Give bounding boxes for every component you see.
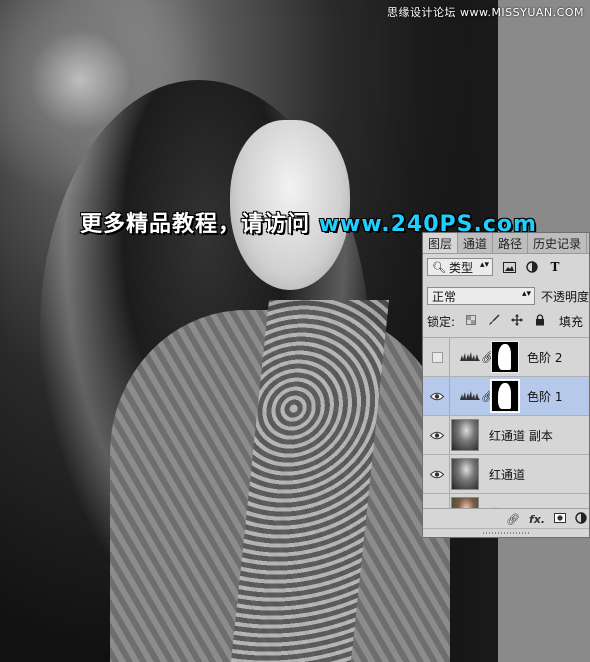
tab-channels[interactable]: 通道 (458, 233, 494, 253)
layer-mask-thumbnail[interactable] (490, 379, 520, 413)
levels-adjustment-icon (459, 351, 481, 364)
levels-adjustment-icon (459, 390, 481, 403)
lock-transparent-icon[interactable] (464, 314, 478, 328)
fx-button[interactable]: fx. (529, 513, 545, 526)
eye-icon[interactable] (429, 466, 445, 482)
layer-row[interactable]: 红通道 (423, 455, 589, 494)
layer-name[interactable]: 红通道 副本 (489, 427, 553, 444)
blend-mode-select[interactable]: 正常 ▴▾ (427, 287, 535, 305)
filter-kind-select[interactable]: 🔍︎ 类型 ▴▾ (427, 258, 493, 276)
layer-row-selected[interactable]: 🔗︎ 色阶 1 (423, 377, 589, 416)
tab-layers[interactable]: 图层 (423, 233, 459, 253)
layer-name[interactable]: 红通道 (489, 466, 525, 483)
lock-label: 锁定: (427, 314, 456, 329)
blend-row: 正常 ▴▾ 不透明度 (427, 285, 589, 307)
layer-row[interactable]: 红通道 副本 (423, 416, 589, 455)
divider (449, 338, 450, 376)
panel-tabs: 图层 通道 路径 历史记录 (423, 233, 589, 254)
eye-icon[interactable] (429, 388, 445, 404)
panel-resize-grip[interactable] (423, 528, 589, 537)
add-mask-icon[interactable] (554, 512, 566, 526)
visibility-toggle[interactable] (429, 349, 445, 365)
link-icon[interactable]: 🔗︎ (481, 351, 495, 364)
lock-move-icon[interactable] (510, 313, 524, 329)
chevron-updown-icon: ▴▾ (479, 260, 489, 270)
type-filter-icon[interactable]: T (548, 260, 562, 274)
chevron-updown-icon: ▴▾ (521, 289, 531, 299)
opacity-label: 不透明度 (540, 289, 589, 304)
lock-brush-icon[interactable] (487, 313, 501, 329)
filter-row: 🔍︎ 类型 ▴▾ T (427, 255, 589, 279)
tab-paths[interactable]: 路径 (493, 233, 529, 253)
blend-mode-value: 正常 (432, 289, 457, 304)
divider (449, 455, 450, 493)
layer-row[interactable]: 🔗︎ 色阶 2 (423, 338, 589, 377)
lock-all-icon[interactable] (533, 313, 547, 329)
image-filter-icon[interactable] (502, 260, 516, 274)
tab-history[interactable]: 历史记录 (528, 233, 588, 253)
link-layers-icon[interactable]: 🔗︎ (506, 513, 520, 526)
watermark-text: 更多精品教程，请访问 (80, 212, 311, 237)
layer-mask-thumbnail[interactable] (491, 341, 519, 373)
fill-label: 填充 (559, 314, 584, 329)
filter-kind-value: 类型 (448, 260, 473, 275)
layers-panel: 图层 通道 路径 历史记录 🔍︎ 类型 ▴▾ T 正常 ▴▾ 不透明度 锁定: (422, 232, 590, 538)
layer-list: 🔗︎ 色阶 2 🔗︎ 色阶 1 红通道 副本 红通道 (423, 337, 589, 512)
search-icon: 🔍︎ (432, 260, 446, 274)
layer-name[interactable]: 色阶 2 (527, 349, 562, 366)
hidden-box-icon (431, 351, 443, 363)
panel-footer: 🔗︎ fx. (423, 508, 589, 529)
lock-row: 锁定: 填充 (427, 311, 589, 331)
layer-name[interactable]: 色阶 1 (527, 388, 562, 405)
watermark-top: 思缘设计论坛 www.MISSYUAN.COM (386, 6, 584, 19)
eye-icon[interactable] (429, 427, 445, 443)
layer-thumbnail (451, 419, 479, 451)
adjustment-layer-icon[interactable] (575, 511, 587, 527)
divider (449, 377, 450, 415)
adjustment-filter-icon[interactable] (525, 260, 539, 274)
link-icon[interactable]: 🔗︎ (481, 390, 495, 403)
face-region (230, 120, 350, 290)
layer-thumbnail (451, 458, 479, 490)
divider (449, 416, 450, 454)
